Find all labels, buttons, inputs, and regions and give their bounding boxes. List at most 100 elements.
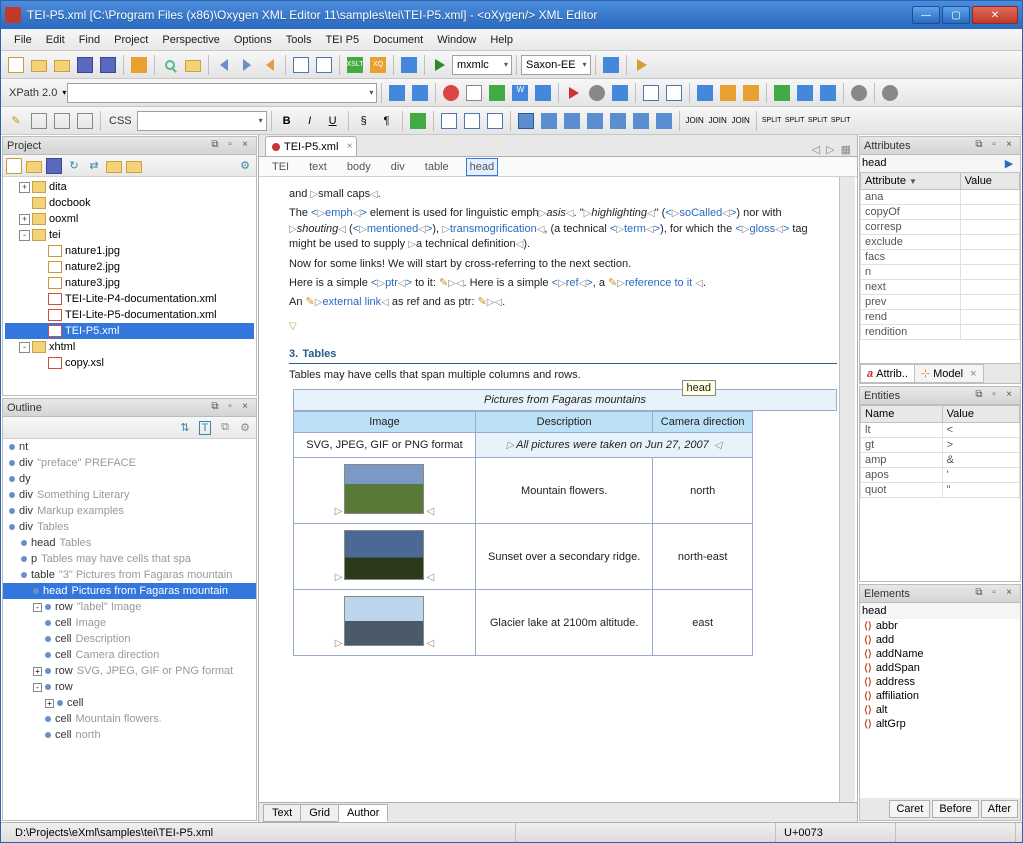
split-b-button[interactable]: SPLIT (784, 110, 806, 132)
insert-caret-button[interactable]: Caret (889, 800, 930, 818)
bc-div[interactable]: div (388, 159, 408, 175)
menu-file[interactable]: File (7, 32, 39, 48)
attr-close-icon[interactable]: × (1002, 139, 1016, 153)
tag-a-button[interactable] (28, 110, 50, 132)
project-tree[interactable]: +ditadocbook+ooxml-teinature1.jpgnature2… (3, 177, 256, 395)
tool-h-button[interactable] (879, 82, 901, 104)
print-button[interactable] (128, 54, 150, 76)
outline-item[interactable]: headPictures from Fagaras mountain (3, 583, 256, 599)
list-a-button[interactable] (438, 110, 460, 132)
outline-item[interactable]: pTables may have cells that spa (3, 551, 256, 567)
del-col-button[interactable] (653, 110, 675, 132)
menu-document[interactable]: Document (366, 32, 430, 48)
last-mod-button[interactable] (259, 54, 281, 76)
entity-row[interactable]: apos' (861, 468, 1020, 483)
attribute-row[interactable]: n (861, 265, 1020, 280)
run-button[interactable] (429, 54, 451, 76)
engine-combo[interactable]: Saxon-EE (521, 55, 591, 75)
attribute-row[interactable]: ana (861, 190, 1020, 205)
xslt-button[interactable]: XSLT (344, 54, 366, 76)
entity-row[interactable]: quot" (861, 483, 1020, 498)
new-button[interactable] (5, 54, 27, 76)
grid-button[interactable] (290, 54, 312, 76)
element-item[interactable]: ⟨⟩altGrp (860, 717, 1020, 731)
maximize-button[interactable]: ▢ (942, 6, 970, 24)
attribute-row[interactable]: next (861, 280, 1020, 295)
row-below-button[interactable] (561, 110, 583, 132)
mode-grid[interactable]: Grid (300, 804, 339, 822)
bold-button[interactable]: B (276, 110, 298, 132)
close-button[interactable]: ✕ (972, 6, 1018, 24)
image-button[interactable] (407, 110, 429, 132)
element-item[interactable]: ⟨⟩address (860, 675, 1020, 689)
col-right-button[interactable] (607, 110, 629, 132)
ent-min-icon[interactable]: ⧉ (972, 389, 986, 403)
project-item[interactable]: -xhtml (5, 339, 254, 355)
bc-head[interactable]: head (466, 158, 498, 176)
proj-refresh-icon[interactable]: ↻ (65, 157, 83, 175)
editor-body[interactable]: and ▷small caps◁. The <▷emph◁> element i… (259, 177, 857, 802)
element-item[interactable]: ⟨⟩addSpan (860, 661, 1020, 675)
attribute-row[interactable]: corresp (861, 220, 1020, 235)
menu-options[interactable]: Options (227, 32, 279, 48)
project-item[interactable]: TEI-Lite-P4-documentation.xml (5, 291, 254, 307)
project-min-icon[interactable]: ⧉ (208, 139, 222, 153)
editor-scrollbar[interactable] (839, 177, 855, 802)
project-item[interactable]: docbook (5, 195, 254, 211)
validate2-button[interactable] (409, 82, 431, 104)
italic-button[interactable]: I (299, 110, 321, 132)
project-item[interactable]: nature2.jpg (5, 259, 254, 275)
editor-tab[interactable]: TEI-P5.xml × (265, 136, 357, 156)
element-item[interactable]: ⟨⟩abbr (860, 619, 1020, 633)
table-caption[interactable]: Pictures from Fagaras mountains head (293, 389, 837, 411)
attribute-row[interactable]: exclude (861, 235, 1020, 250)
outline-item[interactable]: -row"label" Image (3, 599, 256, 615)
open2-button[interactable] (51, 54, 73, 76)
outline-item[interactable]: -row (3, 679, 256, 695)
bc-table[interactable]: table (422, 159, 452, 175)
project-item[interactable]: +dita (5, 179, 254, 195)
outline-text-icon[interactable]: T (196, 419, 214, 437)
outline-item[interactable]: cellMountain flowers. (3, 711, 256, 727)
mode-author[interactable]: Author (338, 804, 388, 822)
scenario-combo[interactable]: mxmlc (452, 55, 512, 75)
tool-e-button[interactable] (794, 82, 816, 104)
del-row-button[interactable] (630, 110, 652, 132)
pencil-button[interactable]: ✎ (5, 110, 27, 132)
outline-item[interactable]: divMarkup examples (3, 503, 256, 519)
tool-f-button[interactable] (817, 82, 839, 104)
indent-button[interactable] (640, 82, 662, 104)
outline-tree[interactable]: ntdiv"preface" PREFACEdydivSomething Lit… (3, 439, 256, 820)
menu-help[interactable]: Help (483, 32, 520, 48)
insert-after-button[interactable]: After (981, 800, 1018, 818)
save-button[interactable] (74, 54, 96, 76)
outline-sync-icon[interactable]: ⇅ (176, 419, 194, 437)
menu-project[interactable]: Project (107, 32, 155, 48)
entities-table[interactable]: NameValue lt<gt>amp&apos'quot" (860, 405, 1020, 498)
attr-go-icon[interactable]: ▶ (1000, 157, 1018, 170)
project-pin-icon[interactable]: ▫ (223, 139, 237, 153)
elem-pin-icon[interactable]: ▫ (987, 587, 1001, 601)
attr-min-icon[interactable]: ⧉ (972, 139, 986, 153)
outline-pin-icon[interactable]: ▫ (223, 401, 237, 415)
menu-window[interactable]: Window (430, 32, 483, 48)
elem-close-icon[interactable]: × (1002, 587, 1016, 601)
open-button[interactable] (28, 54, 50, 76)
assoc-button[interactable] (532, 82, 554, 104)
menu-edit[interactable]: Edit (39, 32, 72, 48)
insert-before-button[interactable]: Before (932, 800, 978, 818)
ent-close-icon[interactable]: × (1002, 389, 1016, 403)
xquery-button[interactable]: XQ (367, 54, 389, 76)
validate-button[interactable] (386, 82, 408, 104)
proj-addfile-icon[interactable] (125, 157, 143, 175)
table-ins-button[interactable] (515, 110, 537, 132)
db-button[interactable] (398, 54, 420, 76)
proj-new-icon[interactable] (5, 157, 23, 175)
menu-teip5[interactable]: TEI P5 (318, 32, 366, 48)
element-item[interactable]: ⟨⟩affiliation (860, 689, 1020, 703)
tab-close-icon[interactable]: × (347, 141, 353, 152)
attribute-row[interactable]: copyOf (861, 205, 1020, 220)
outline-item[interactable]: div"preface" PREFACE (3, 455, 256, 471)
project-item[interactable]: -tei (5, 227, 254, 243)
proj-addfolder-icon[interactable] (105, 157, 123, 175)
